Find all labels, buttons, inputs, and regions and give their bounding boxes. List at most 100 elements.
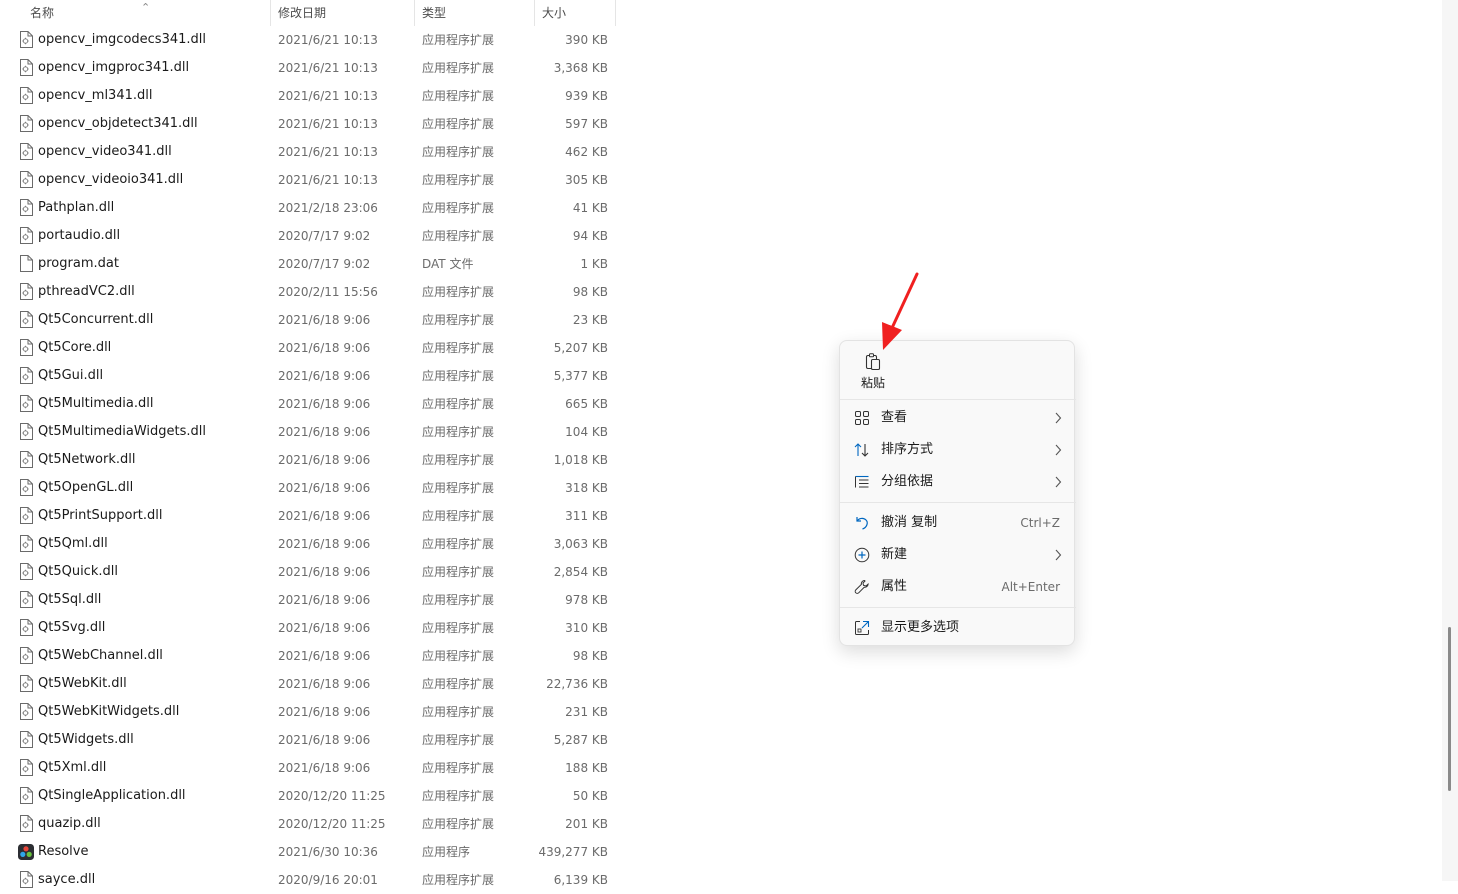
file-row[interactable]: Pathplan.dll 2021/2/18 23:06 应用程序扩展 41 KB [0,194,616,222]
file-row[interactable]: program.dat 2020/7/17 9:02 DAT 文件 1 KB [0,250,616,278]
file-date: 2021/6/18 9:06 [278,705,371,719]
dll-file-icon [19,871,33,888]
file-row[interactable]: sayce.dll 2020/9/16 20:01 应用程序扩展 6,139 KB [0,866,616,894]
file-row[interactable]: Qt5WebKit.dll 2021/6/18 9:06 应用程序扩展 22,736 … [0,670,616,698]
menu-item-new[interactable]: 新建 [844,540,1072,570]
dll-file-icon [19,507,33,524]
file-row[interactable]: Qt5WebChannel.dll 2021/6/18 9:06 应用程序扩展 98 … [0,642,616,670]
file-row[interactable]: Qt5Widgets.dll 2021/6/18 9:06 应用程序扩展 5,287 … [0,726,616,754]
chevron-right-icon [1055,476,1062,488]
file-row[interactable]: Qt5Concurrent.dll 2021/6/18 9:06 应用程序扩展 23 … [0,306,616,334]
file-size: 6,139 KB [553,873,608,887]
file-type: 应用程序扩展 [422,593,495,607]
file-type: 应用程序扩展 [422,789,495,803]
file-name: Qt5Sql.dll [38,592,102,607]
file-row[interactable]: Qt5Svg.dll 2021/6/18 9:06 应用程序扩展 310 KB [0,614,616,642]
file-row[interactable]: Qt5OpenGL.dll 2021/6/18 9:06 应用程序扩展 318 KB [0,474,616,502]
file-type: 应用程序扩展 [422,761,495,775]
file-name: Pathplan.dll [38,200,115,215]
file-size: 3,368 KB [553,61,608,75]
column-header-type[interactable]: 类型 [415,0,535,26]
file-row[interactable]: Qt5Quick.dll 2021/6/18 9:06 应用程序扩展 2,854 KB [0,558,616,586]
file-row[interactable]: pthreadVC2.dll 2020/2/11 15:56 应用程序扩展 98 KB [0,278,616,306]
menu-divider [840,399,1076,400]
file-name: Qt5Multimedia.dll [38,396,154,411]
column-header-date[interactable]: 修改日期 [271,0,415,26]
file-name: Qt5Xml.dll [38,760,107,775]
file-name: Qt5WebKitWidgets.dll [38,704,180,719]
file-type: 应用程序扩展 [422,621,495,635]
file-row[interactable]: Qt5Network.dll 2021/6/18 9:06 应用程序扩展 1,018 … [0,446,616,474]
name-column-label: 名称 [30,6,55,20]
file-name: Qt5Network.dll [38,452,136,467]
file-type: 应用程序扩展 [422,117,495,131]
scrollbar-thumb[interactable] [1448,627,1451,791]
menu-item-group-by[interactable]: 分组依据 [844,467,1072,497]
file-row[interactable]: Qt5PrintSupport.dll 2021/6/18 9:06 应用程序扩展 3… [0,502,616,530]
file-name: opencv_objdetect341.dll [38,116,198,131]
file-row[interactable]: Resolve 2021/6/30 10:36 应用程序 439,277 KB [0,838,616,866]
menu-item-show-more-options[interactable]: 显示更多选项 [844,613,1072,643]
menu-item-view[interactable]: 查看 [844,403,1072,433]
file-name: opencv_ml341.dll [38,88,153,103]
menu-item-sort-by[interactable]: 排序方式 [844,435,1072,465]
chevron-right-icon [1055,549,1062,561]
file-row[interactable]: opencv_videoio341.dll 2021/6/21 10:13 应用程序… [0,166,616,194]
file-name: Qt5WebKit.dll [38,676,127,691]
file-row[interactable]: Qt5MultimediaWidgets.dll 2021/6/18 9:06 应用… [0,418,616,446]
dll-file-icon [19,731,33,748]
file-type: 应用程序扩展 [422,33,495,47]
file-row[interactable]: quazip.dll 2020/12/20 11:25 应用程序扩展 201 KB [0,810,616,838]
file-size: 939 KB [565,89,608,103]
file-size: 462 KB [565,145,608,159]
file-row[interactable]: opencv_ml341.dll 2021/6/21 10:13 应用程序扩展 939… [0,82,616,110]
file-row[interactable]: opencv_imgproc341.dll 2021/6/21 10:13 应用程序… [0,54,616,82]
file-type: 应用程序扩展 [422,649,495,663]
file-row[interactable]: Qt5Sql.dll 2021/6/18 9:06 应用程序扩展 978 KB [0,586,616,614]
dll-file-icon [19,563,33,580]
show-more-icon [855,620,870,635]
column-header-size[interactable]: 大小 [535,0,616,26]
file-row[interactable]: Qt5Xml.dll 2021/6/18 9:06 应用程序扩展 188 KB [0,754,616,782]
file-name: Resolve [38,844,89,859]
file-type: 应用程序扩展 [422,565,495,579]
file-date: 2021/6/18 9:06 [278,761,371,775]
file-size: 2,854 KB [553,565,608,579]
menu-item-undo-copy[interactable]: 撤消 复制 Ctrl+Z [844,508,1072,538]
dll-file-icon [19,535,33,552]
date-column-label: 修改日期 [278,6,327,20]
sort-ascending-icon: ⌃ [141,1,151,14]
file-type: 应用程序扩展 [422,285,495,299]
file-date: 2021/6/18 9:06 [278,341,371,355]
file-date: 2021/6/18 9:06 [278,733,371,747]
file-row[interactable]: opencv_objdetect341.dll 2021/6/21 10:13 应用… [0,110,616,138]
file-row[interactable]: Qt5Core.dll 2021/6/18 9:06 应用程序扩展 5,207 KB [0,334,616,362]
menu-item-properties[interactable]: 属性 Alt+Enter [844,572,1072,602]
file-date: 2020/12/20 11:25 [278,789,386,803]
column-header-name[interactable]: 名称 ⌃ [0,0,271,26]
file-size: 5,287 KB [553,733,608,747]
dll-file-icon [19,479,33,496]
file-size: 98 KB [572,285,608,299]
file-name: Qt5Concurrent.dll [38,312,154,327]
file-row[interactable]: Qt5WebKitWidgets.dll 2021/6/18 9:06 应用程序扩展… [0,698,616,726]
dll-file-icon [19,339,33,356]
file-date: 2021/6/18 9:06 [278,593,371,607]
file-row[interactable]: Qt5Gui.dll 2021/6/18 9:06 应用程序扩展 5,377 KB [0,362,616,390]
file-row[interactable]: Qt5Multimedia.dll 2021/6/18 9:06 应用程序扩展 665… [0,390,616,418]
file-type: 应用程序扩展 [422,481,495,495]
undo-icon [856,517,868,530]
file-row[interactable]: Qt5Qml.dll 2021/6/18 9:06 应用程序扩展 3,063 KB [0,530,616,558]
file-row[interactable]: opencv_video341.dll 2021/6/21 10:13 应用程序扩展… [0,138,616,166]
menu-label-undo-copy: 撤消 复制 [881,515,938,530]
dll-file-icon [19,311,33,328]
dll-file-icon [19,395,33,412]
file-date: 2020/7/17 9:02 [278,257,371,271]
file-row[interactable]: portaudio.dll 2020/7/17 9:02 应用程序扩展 94 KB [0,222,616,250]
file-type: 应用程序扩展 [422,369,495,383]
menu-label-properties: 属性 [881,579,908,594]
file-row[interactable]: opencv_imgcodecs341.dll 2021/6/21 10:13 应用… [0,26,616,54]
file-size: 50 KB [572,789,608,803]
file-row[interactable]: QtSingleApplication.dll 2020/12/20 11:25 应… [0,782,616,810]
dll-file-icon [19,59,33,76]
